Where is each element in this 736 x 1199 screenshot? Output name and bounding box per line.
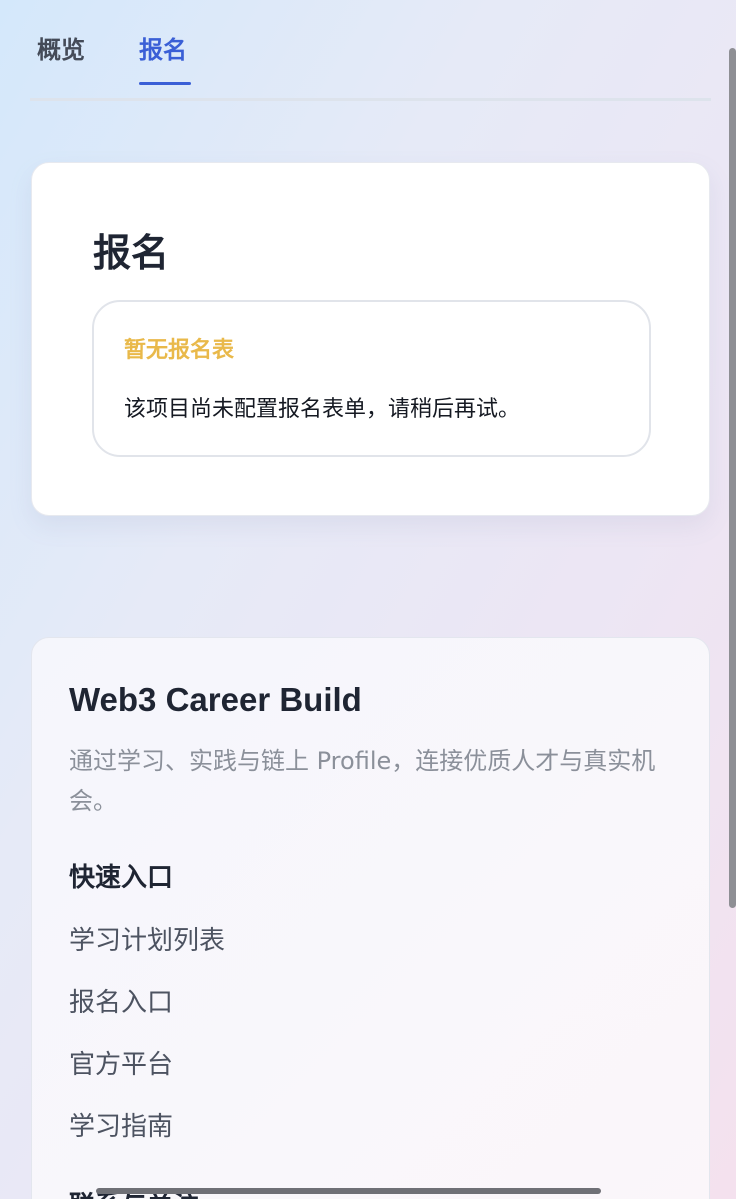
tab-overview[interactable]: 概览 — [37, 32, 85, 68]
home-indicator[interactable] — [96, 1188, 601, 1194]
quick-links-list: 学习计划列表 报名入口 官方平台 学习指南 — [69, 923, 225, 1171]
quick-link-study-guide[interactable]: 学习指南 — [69, 1109, 225, 1171]
brand-description: 通过学习、实践与链上 Profile，连接优质人才与真实机会。 — [69, 747, 656, 815]
footer-card: Web3 Career Build 通过学习、实践与链上 Profile，连接优… — [31, 637, 710, 1199]
empty-form-notice: 暂无报名表 该项目尚未配置报名表单，请稍后再试。 — [92, 300, 651, 457]
signup-card: 报名 暂无报名表 该项目尚未配置报名表单，请稍后再试。 — [31, 162, 710, 516]
notice-title: 暂无报名表 — [124, 338, 235, 363]
signup-card-title: 报名 — [93, 231, 170, 275]
tab-bar: 概览 报名 — [30, 0, 711, 101]
tab-signup[interactable]: 报名 — [139, 32, 187, 68]
active-tab-indicator — [139, 82, 191, 85]
scrollbar[interactable] — [729, 48, 736, 908]
quick-link-study-plans[interactable]: 学习计划列表 — [69, 923, 225, 985]
quick-link-signup[interactable]: 报名入口 — [69, 985, 225, 1047]
notice-message: 该项目尚未配置报名表单，请稍后再试。 — [124, 397, 521, 422]
quick-link-official-platform[interactable]: 官方平台 — [69, 1047, 225, 1109]
quick-entry-heading: 快速入口 — [69, 863, 174, 893]
brand-title: Web3 Career Build — [69, 681, 362, 718]
